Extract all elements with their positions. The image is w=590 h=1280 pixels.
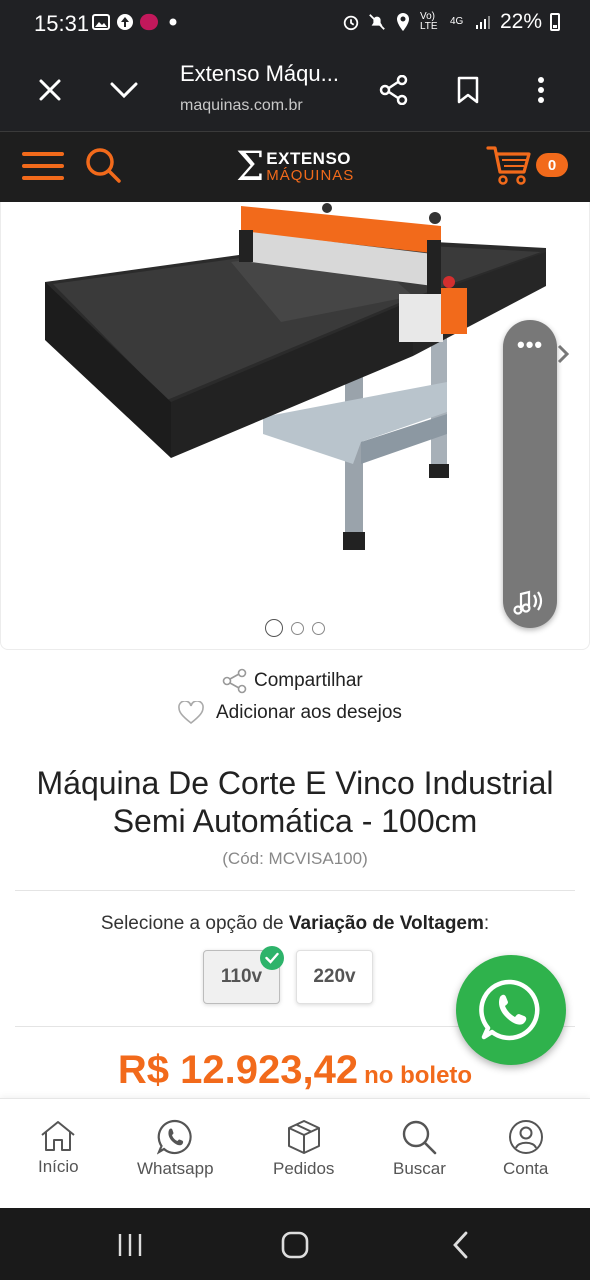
variation-label: Selecione a opção de Variação de Voltage…: [0, 913, 590, 935]
whatsapp-float-button[interactable]: [456, 955, 566, 1065]
carousel-dot-1[interactable]: [265, 619, 283, 637]
product-title: Máquina De Corte E Vinco Industrial Semi…: [10, 764, 580, 840]
chevron-down-icon: [110, 82, 138, 99]
carousel-dot-2[interactable]: [291, 621, 304, 635]
menu-button[interactable]: [22, 150, 64, 187]
home-icon: [41, 1121, 75, 1151]
logo-text-top: EXTENSO: [266, 149, 352, 168]
cart-button[interactable]: [486, 144, 532, 191]
more-options-button[interactable]: [519, 68, 563, 112]
nav-inicio[interactable]: Início: [38, 1119, 79, 1177]
site-header: Σ EXTENSO MÁQUINAS: [0, 132, 590, 202]
nav-buscar[interactable]: Buscar: [393, 1119, 446, 1179]
back-chevron-icon: [453, 1231, 468, 1259]
battery-percent: 22%: [499, 10, 542, 33]
product-title-line-1: Máquina De Corte E Vinco Industrial: [36, 765, 554, 801]
nav-pedidos[interactable]: Pedidos: [273, 1119, 334, 1179]
nav-whatsapp-label: Whatsapp: [137, 1159, 214, 1178]
recent-apps-icon: [118, 1234, 142, 1256]
minimize-button[interactable]: [102, 68, 146, 112]
variation-prefix: Selecione a opção de: [100, 913, 289, 934]
product-title-line-2: Semi Automática - 100cm: [112, 803, 478, 839]
more-notifications-dot-icon: [164, 13, 182, 31]
whatsapp-nav-icon: [157, 1119, 192, 1155]
status-bar: 15:31 Vo) LTE 4G 22%: [0, 0, 590, 48]
bookmark-icon: [457, 76, 479, 104]
close-icon: [39, 79, 61, 101]
share-product-button[interactable]: Compartilhar: [222, 668, 363, 694]
share-label: Compartilhar: [254, 670, 363, 691]
signal-icon: [474, 13, 492, 31]
status-time: 15:31: [34, 11, 90, 36]
upload-notification-icon: [116, 13, 134, 31]
page-url[interactable]: maquinas.com.br: [180, 97, 303, 115]
system-navigation-bar: [0, 1208, 590, 1280]
shopping-cart-icon: [486, 146, 531, 185]
panel-expand-arrow-icon[interactable]: [556, 344, 570, 369]
volte-icon: Vo) LTE: [419, 11, 438, 32]
bookmark-button[interactable]: [446, 68, 490, 112]
voltage-option-220v[interactable]: 220v: [296, 950, 373, 1004]
sound-assistant-icon[interactable]: [513, 586, 547, 621]
nav-inicio-label: Início: [38, 1157, 79, 1176]
page-title: Extenso Máqu...: [180, 61, 339, 86]
selected-check-icon: [260, 946, 284, 970]
app-notification-icon: [140, 13, 158, 31]
nav-pedidos-label: Pedidos: [273, 1159, 335, 1178]
browser-toolbar: Extenso Máqu... maquinas.com.br: [0, 48, 590, 132]
site-logo[interactable]: Σ EXTENSO MÁQUINAS: [236, 147, 354, 187]
search-icon: [86, 148, 121, 183]
home-circle-icon: [281, 1231, 309, 1259]
wishlist-label: Adicionar aos desejos: [216, 702, 402, 723]
price-amount: R$ 12.923,42: [117, 1048, 359, 1092]
mute-icon: [368, 13, 386, 31]
variation-suffix: :: [483, 913, 490, 934]
logo-text-bottom: MÁQUINAS: [266, 167, 355, 184]
product-code: (Cód: MCVISA100): [222, 849, 368, 868]
share-icon: [379, 75, 408, 105]
carousel-dot-3[interactable]: [312, 621, 325, 635]
network-type-icon: 4G: [449, 16, 464, 27]
bottom-navigation: Início Whatsapp Pedidos Buscar Conta: [0, 1098, 590, 1208]
whatsapp-icon: [479, 979, 540, 1041]
heart-icon: [178, 701, 204, 725]
gallery-notification-icon: [92, 13, 110, 31]
carousel-dots: [265, 619, 325, 637]
close-tab-button[interactable]: [28, 68, 72, 112]
location-icon: [394, 13, 412, 31]
cart-count-badge: 0: [536, 153, 568, 177]
package-icon: [287, 1120, 320, 1154]
nav-whatsapp[interactable]: Whatsapp: [137, 1119, 214, 1179]
search-button[interactable]: [84, 146, 122, 189]
back-button[interactable]: [441, 1230, 481, 1260]
product-image-carousel[interactable]: [0, 202, 590, 650]
home-button[interactable]: [275, 1230, 315, 1260]
nav-conta-label: Conta: [503, 1159, 549, 1178]
hamburger-menu-icon: [22, 152, 64, 180]
panel-more-icon[interactable]: •••: [517, 334, 543, 356]
nav-buscar-label: Buscar: [393, 1159, 446, 1178]
nav-conta[interactable]: Conta: [503, 1119, 548, 1179]
alarm-icon: [342, 13, 360, 31]
share-nodes-icon: [222, 668, 247, 694]
add-to-wishlist-button[interactable]: Adicionar aos desejos: [178, 701, 402, 725]
product-image: [45, 203, 546, 550]
logo-sigma-icon: Σ: [236, 144, 265, 190]
price-suffix: no boleto: [364, 1062, 473, 1089]
more-vertical-icon: [538, 77, 544, 103]
search-nav-icon: [403, 1120, 437, 1155]
share-page-button[interactable]: [372, 68, 416, 112]
battery-icon: [550, 13, 560, 31]
divider: [15, 890, 575, 891]
recent-apps-button[interactable]: [110, 1230, 150, 1260]
account-icon: [508, 1120, 543, 1154]
edge-panel[interactable]: •••: [503, 320, 557, 628]
variation-name: Variação de Voltagem: [288, 913, 484, 934]
